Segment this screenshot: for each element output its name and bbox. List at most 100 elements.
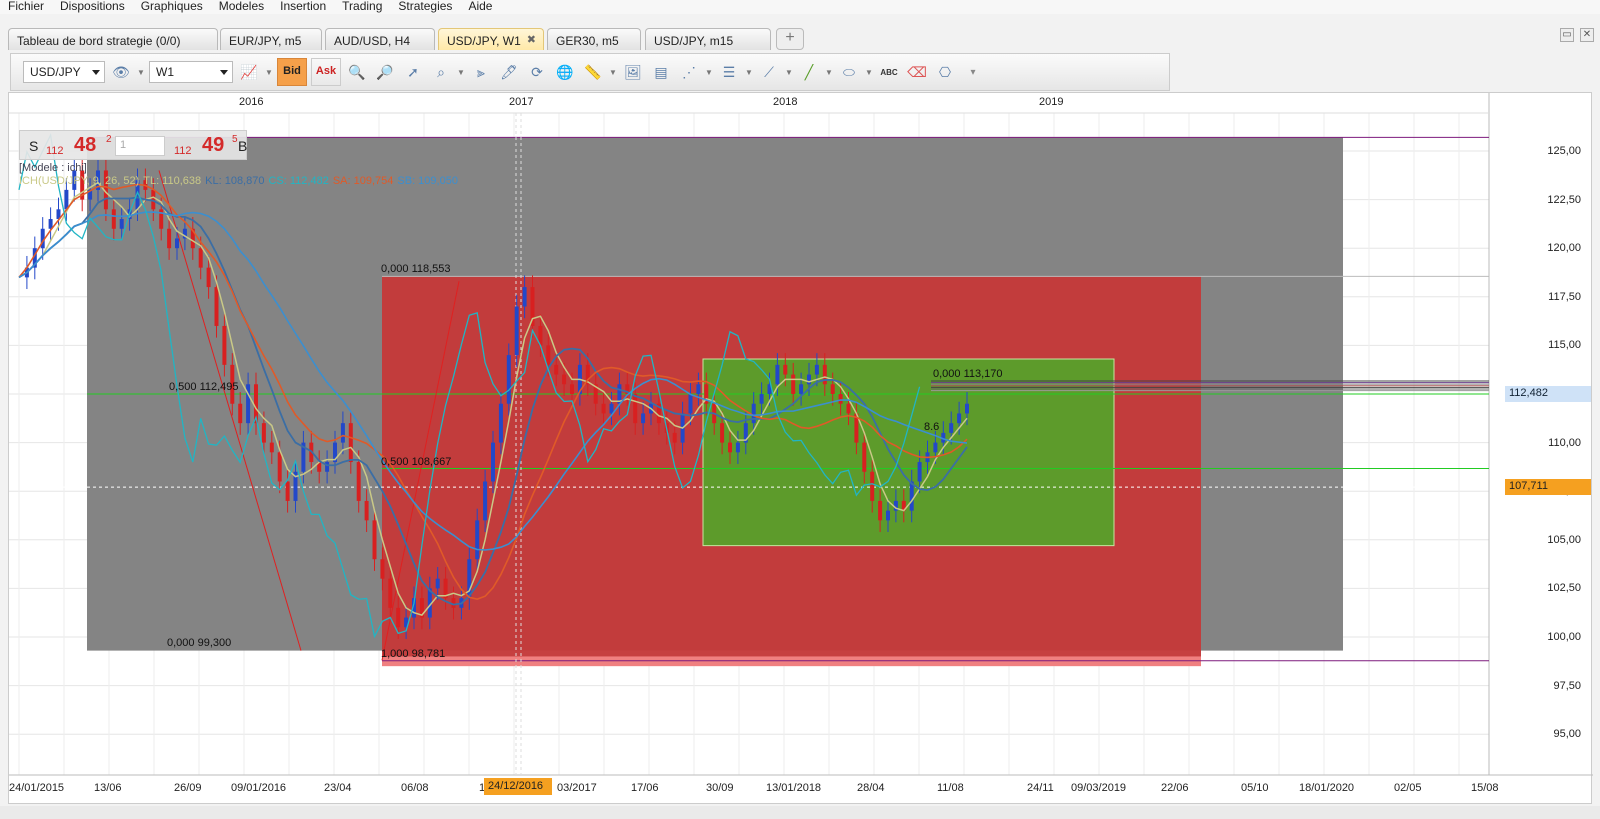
date-tick-label: 06/08 bbox=[401, 782, 429, 794]
tab-ger30-m5[interactable]: GER30, m5 bbox=[547, 28, 641, 50]
year-label: 2018 bbox=[773, 96, 798, 108]
sell-price-big[interactable]: 48 bbox=[74, 134, 96, 157]
chevron-down-icon[interactable]: ▼ bbox=[705, 68, 713, 77]
legend-item: TL: 110,638 bbox=[143, 175, 202, 187]
tab-usdjpy-w1[interactable]: USD/JPY, W1 ✖ bbox=[438, 28, 544, 50]
year-label: 2016 bbox=[239, 96, 264, 108]
candle-body bbox=[119, 219, 124, 229]
chevron-down-icon[interactable]: ▼ bbox=[265, 68, 273, 77]
eye-icon[interactable]: 👁 bbox=[109, 60, 133, 84]
date-tick-label: 09/03/2019 bbox=[1071, 782, 1127, 794]
tab-audusd-h4[interactable]: AUD/USD, H4 bbox=[325, 28, 435, 50]
zoom-out-icon[interactable]: 🔎 bbox=[373, 60, 397, 84]
ellipse-icon[interactable]: ⬭ bbox=[837, 60, 861, 84]
candle-body bbox=[570, 384, 574, 394]
menu-item[interactable]: Insertion bbox=[272, 0, 334, 14]
candle-body bbox=[198, 248, 203, 268]
chevron-down-icon[interactable]: ▼ bbox=[865, 68, 873, 77]
candle-body bbox=[64, 189, 69, 210]
tab-eurjpy-m5[interactable]: EUR/JPY, m5 bbox=[220, 28, 322, 50]
candle-body bbox=[917, 462, 922, 482]
menu-item[interactable]: Strategies bbox=[390, 0, 460, 14]
text-tool-icon[interactable]: ABC bbox=[877, 60, 901, 84]
chart-type-icon[interactable]: 📈 bbox=[237, 60, 261, 84]
chevron-down-icon[interactable]: ▼ bbox=[457, 68, 465, 77]
menu-item[interactable]: Graphiques bbox=[133, 0, 211, 14]
date-tick-label: 23/04 bbox=[324, 782, 352, 794]
close-icon[interactable]: ✖ bbox=[527, 33, 536, 46]
chevron-down-icon[interactable]: ▼ bbox=[609, 68, 617, 77]
buy-price-big[interactable]: 49 bbox=[202, 134, 224, 157]
menu-bar: Fichier Dispositions Graphiques Modeles Inse… bbox=[0, 0, 1600, 14]
menu-item[interactable]: Fichier bbox=[0, 0, 52, 14]
symbol-select[interactable]: USD/JPY bbox=[23, 61, 105, 83]
lines-icon[interactable]: ☰ bbox=[717, 60, 741, 84]
candle-body bbox=[506, 355, 511, 404]
candle-body bbox=[222, 325, 227, 365]
price-tick-label: 115,00 bbox=[1548, 339, 1581, 352]
candle-body bbox=[633, 394, 638, 424]
chevron-down-icon[interactable]: ▼ bbox=[825, 68, 833, 77]
globe-icon[interactable]: 🌐 bbox=[553, 60, 577, 84]
candle-body bbox=[214, 287, 219, 326]
timeframe-select[interactable]: W1 bbox=[149, 61, 233, 83]
tab-usdjpy-m15[interactable]: USD/JPY, m15 bbox=[645, 28, 771, 50]
window-buttons: ▭ ✕ bbox=[1560, 28, 1594, 42]
restore-icon[interactable]: ▭ bbox=[1560, 28, 1574, 42]
candle-body bbox=[846, 403, 851, 414]
candle-body bbox=[554, 364, 559, 375]
date-tick-label: 05/10 bbox=[1241, 782, 1269, 794]
indicator-icon[interactable]: ⫸ bbox=[469, 60, 493, 84]
candle-body bbox=[870, 471, 875, 501]
tab-tableau-de-bord[interactable]: Tableau de bord strategie (0/0) bbox=[8, 28, 218, 50]
date-tick-label: 17/06 bbox=[631, 782, 659, 794]
menu-item[interactable]: Dispositions bbox=[52, 0, 133, 14]
candle-body bbox=[238, 403, 243, 424]
candle-body bbox=[348, 423, 353, 463]
candle-body bbox=[807, 374, 811, 385]
template-icon[interactable]: 🖊 bbox=[497, 60, 521, 84]
eraser-icon[interactable]: ⌫ bbox=[905, 60, 929, 84]
trendline-icon[interactable]: ╱ bbox=[797, 60, 821, 84]
buy-button[interactable]: B bbox=[238, 138, 247, 154]
quantity-input[interactable]: 1 bbox=[115, 136, 165, 156]
candle-body bbox=[735, 442, 740, 453]
zoom-in-icon[interactable]: 🔍 bbox=[345, 60, 369, 84]
candle-body bbox=[949, 423, 954, 433]
crosshair-date: 24/12/2016 bbox=[484, 778, 552, 795]
ask-button[interactable]: Ask bbox=[311, 58, 341, 86]
candle-body bbox=[546, 345, 551, 365]
candle-body bbox=[759, 394, 764, 404]
add-tab-button[interactable]: + bbox=[776, 28, 804, 50]
fib-label: 1,000 98,781 bbox=[381, 648, 446, 660]
fibonacci-icon[interactable]: ⋰ bbox=[677, 60, 701, 84]
menu-item[interactable]: Modeles bbox=[211, 0, 272, 14]
chevron-down-icon[interactable]: ▼ bbox=[137, 68, 145, 77]
price-chart[interactable] bbox=[9, 93, 1593, 805]
candle-body bbox=[396, 607, 401, 628]
date-tick-label: 15/08 bbox=[1471, 782, 1499, 794]
chart-area[interactable]: S 112 48 2 1 112 49 5 B [Modele : ichi] … bbox=[8, 92, 1593, 805]
image-icon[interactable]: 🖼 bbox=[621, 60, 645, 84]
hierarchy-icon[interactable]: ⎔ bbox=[933, 60, 957, 84]
menu-item[interactable]: Trading bbox=[334, 0, 390, 14]
candle-body bbox=[688, 394, 693, 414]
candle-body bbox=[799, 384, 804, 394]
candle-body bbox=[285, 481, 290, 501]
more-icon[interactable]: ▾ bbox=[961, 60, 985, 84]
fan-icon[interactable]: ⟋ bbox=[757, 60, 781, 84]
bid-button[interactable]: Bid bbox=[277, 58, 307, 86]
zoom-area-icon[interactable]: ⌕ bbox=[429, 60, 453, 84]
candle-body bbox=[965, 403, 969, 414]
layout-icon[interactable]: ▤ bbox=[649, 60, 673, 84]
menu-item[interactable]: Aide bbox=[460, 0, 500, 14]
chevron-down-icon[interactable]: ▼ bbox=[785, 68, 793, 77]
ruler-icon[interactable]: 📏 bbox=[581, 60, 605, 84]
buy-price-sup: 5 bbox=[232, 134, 238, 145]
sell-button[interactable]: S bbox=[29, 138, 38, 154]
refresh-icon[interactable]: ⟳ bbox=[525, 60, 549, 84]
chevron-down-icon[interactable]: ▼ bbox=[745, 68, 753, 77]
candle-body bbox=[609, 403, 614, 414]
close-icon[interactable]: ✕ bbox=[1580, 28, 1594, 42]
cursor-icon[interactable]: ➚ bbox=[401, 60, 425, 84]
